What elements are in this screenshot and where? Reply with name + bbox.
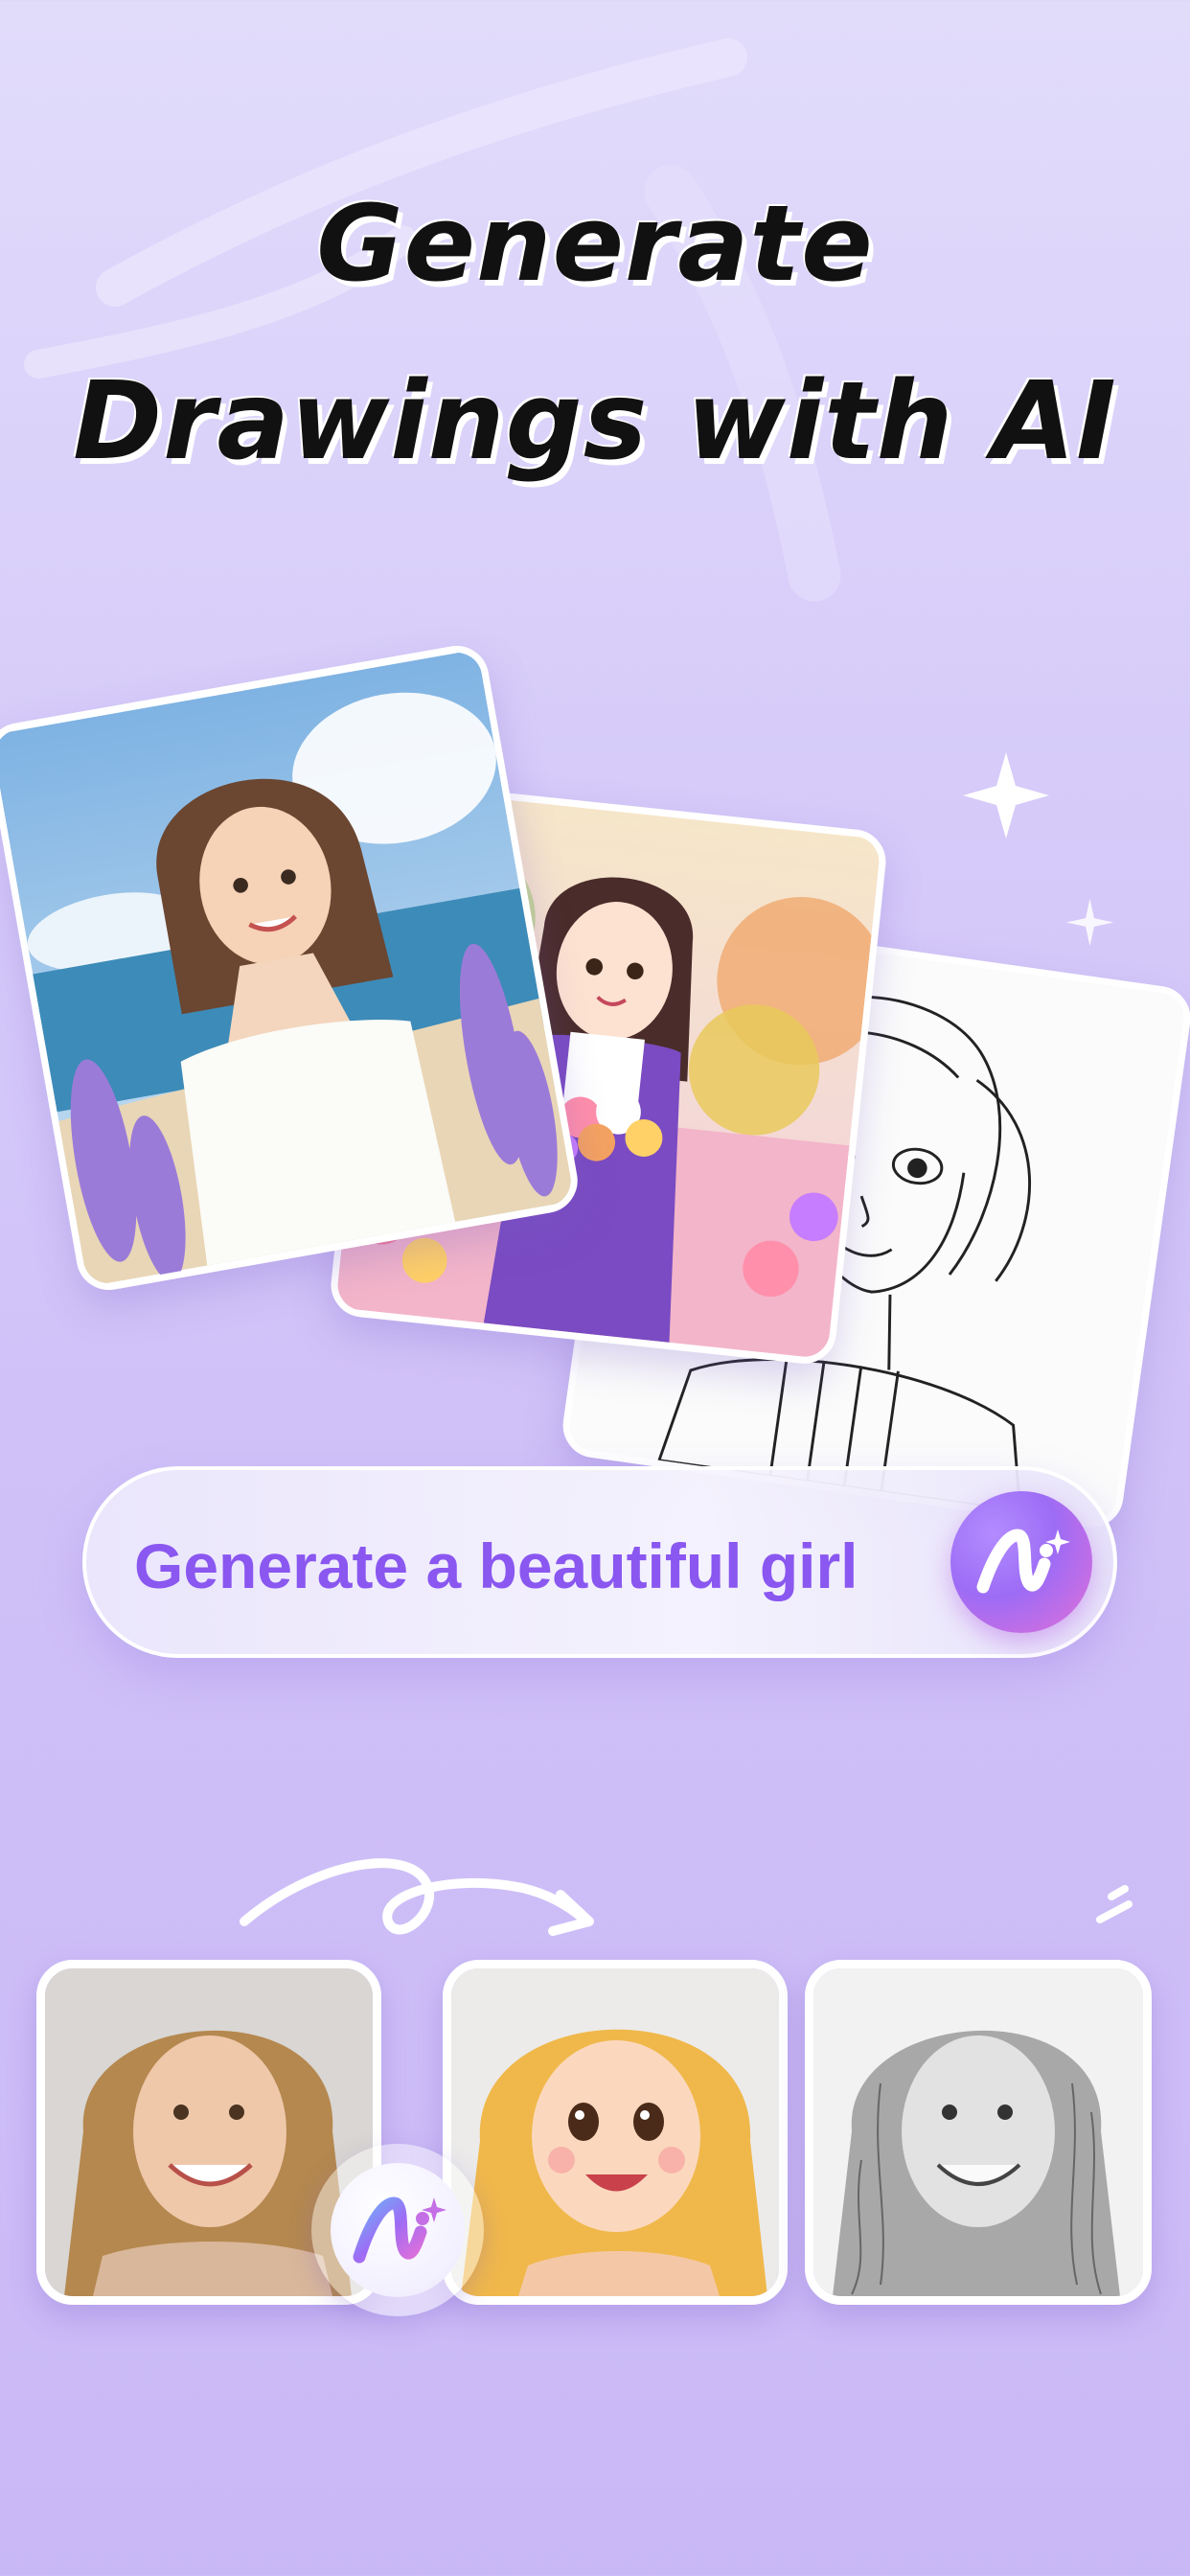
pencil-sketch-image (813, 1968, 1143, 2296)
ai-transform-badge (311, 2144, 484, 2316)
cartoon-style-image (451, 1968, 779, 2296)
sparkle-dashes-icon (1096, 1885, 1133, 1923)
pencil-sketch-photo[interactable] (805, 1960, 1152, 2305)
brush-texture (24, 38, 841, 602)
curved-arrow-icon (240, 1858, 594, 1936)
watercolor-girl-card[interactable] (0, 640, 584, 1296)
prompt-input[interactable]: Generate a beautiful girl (82, 1466, 1117, 1658)
sparkle-icon (963, 752, 1049, 839)
ai-generate-button[interactable] (950, 1491, 1092, 1633)
cartoon-style-photo[interactable] (443, 1960, 788, 2305)
page-title-line-1: Generate (316, 182, 874, 305)
ai-brush-icon (976, 1529, 1070, 1594)
prompt-text: Generate a beautiful girl (134, 1530, 858, 1601)
small-sparkle-icon (1065, 898, 1114, 947)
page-title-line-2: Drawings with AI (73, 359, 1117, 484)
watercolor-girl-image (0, 649, 575, 1287)
ai-brush-icon (353, 2196, 446, 2264)
